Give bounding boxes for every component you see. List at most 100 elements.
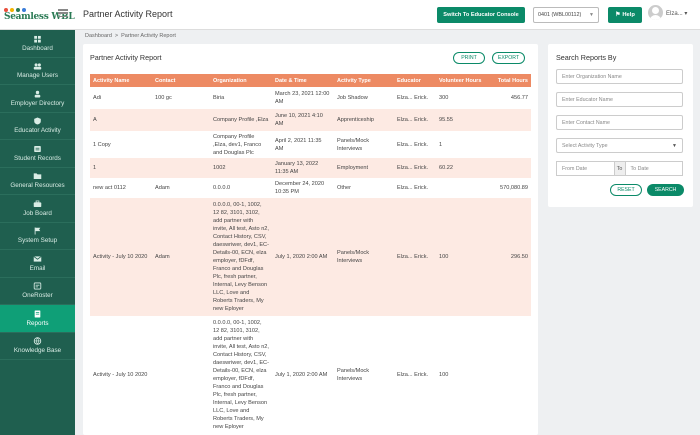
menu-toggle-icon[interactable]	[58, 9, 68, 17]
table-row[interactable]: Activity - July 10 2020 0.0.0.0, 00-1, 10…	[90, 316, 531, 434]
account-select[interactable]: 0401 (WBL00112) ▼	[533, 7, 599, 23]
date-to-label: To	[614, 161, 625, 176]
table-cell: Panels/Mock Interviews	[337, 368, 370, 382]
table-cell: Activity - July 10 2020	[93, 372, 148, 378]
table-row[interactable]: A Company Profile ,Elza June 10, 2021 4:10…	[90, 109, 531, 131]
table-cell	[152, 109, 210, 131]
table-cell: December 24, 2020 10:35 PM	[275, 181, 325, 195]
dashboard-icon	[33, 35, 42, 43]
sidebar-item-oneroster[interactable]: OneRoster	[0, 278, 75, 305]
sidebar-item-educator-activity[interactable]: Educator Activity	[0, 113, 75, 140]
sidebar-item-label: Email	[29, 264, 46, 272]
column-header[interactable]: Volunteer Hours	[436, 74, 488, 87]
shield-icon	[33, 117, 42, 125]
records-icon	[33, 145, 42, 153]
table-cell: Elza... Erick.	[394, 158, 436, 178]
briefcase-icon	[33, 200, 42, 208]
sidebar-item-knowledge-base[interactable]: Knowledge Base	[0, 333, 75, 360]
search-button[interactable]: SEARCH	[647, 184, 684, 196]
table-cell: Employment	[334, 158, 394, 178]
report-card: Partner Activity Report PRINT EXPORT Act…	[83, 44, 538, 435]
table-row[interactable]: 1 1002 January 13, 2022 11:35 AM Employment…	[90, 158, 531, 178]
table-row[interactable]: Activity - July 10 2020 Adam 0.0.0.0, 00-1…	[90, 198, 531, 316]
report-title: Partner Activity Report	[90, 53, 162, 62]
logo-text: Seamless	[4, 12, 49, 22]
switch-console-button[interactable]: Switch To Educator Console	[437, 7, 525, 23]
table-row[interactable]: new act 0112 Adam 0.0.0.0 December 24, 2020…	[90, 178, 531, 198]
activity-type-value: Select Activity Type	[562, 142, 608, 149]
breadcrumb: Dashboard > Partner Activity Report	[85, 33, 176, 39]
column-header[interactable]: Total Hours	[488, 74, 531, 87]
sidebar-item-student-records[interactable]: Student Records	[0, 140, 75, 168]
sidebar-item-dashboard[interactable]: Dashboard	[0, 30, 75, 58]
column-header[interactable]: Date & Time	[272, 74, 334, 87]
table-cell: 1002	[210, 158, 272, 178]
from-date-input[interactable]: From Date	[556, 161, 615, 176]
search-title: Search Reports By	[556, 53, 617, 62]
sidebar-item-manage-users[interactable]: Manage Users	[0, 58, 75, 85]
table-cell: 456.77	[510, 95, 528, 101]
table-cell	[436, 178, 488, 198]
chevron-down-icon: ▼	[672, 143, 677, 149]
export-button[interactable]: EXPORT	[492, 52, 525, 64]
to-date-input[interactable]: To Date	[624, 161, 683, 176]
table-cell: Adam	[152, 198, 210, 316]
user-name: Elza...	[666, 11, 683, 17]
table-cell: 100	[439, 372, 449, 378]
print-button[interactable]: PRINT	[453, 52, 485, 64]
table-cell	[488, 316, 531, 434]
table-cell	[488, 158, 531, 178]
table-cell: A	[90, 109, 152, 131]
educator-input[interactable]: Enter Educator Name	[556, 92, 683, 107]
activity-type-select[interactable]: Select Activity Type ▼	[556, 138, 683, 153]
flag-icon	[33, 227, 42, 235]
report-table: Activity Name Contact Organization Date & T…	[90, 74, 531, 434]
sidebar-item-employer-directory[interactable]: Employer Directory	[0, 85, 75, 113]
breadcrumb-home[interactable]: Dashboard	[85, 33, 112, 39]
table-cell: Elza... Erick.	[394, 109, 436, 131]
column-header[interactable]: Activity Type	[334, 74, 394, 87]
sidebar-nav: Dashboard Manage Users Employer Directory E…	[0, 30, 75, 360]
table-cell: April 2, 2021 11:35 AM	[275, 137, 322, 152]
sidebar-item-system-setup[interactable]: System Setup	[0, 223, 75, 250]
sidebar-item-label: General Resources	[10, 182, 65, 190]
breadcrumb-separator: >	[114, 33, 119, 39]
user-menu[interactable]: Elza... ▾	[666, 10, 687, 17]
sidebar-item-label: Reports	[26, 319, 49, 327]
search-panel: Search Reports By Enter Organization Nam…	[548, 44, 693, 207]
help-button[interactable]: ⚑ Help	[608, 7, 642, 23]
sidebar-item-reports[interactable]: Reports	[0, 305, 75, 333]
avatar[interactable]	[648, 5, 663, 20]
table-cell: 1 Copy	[93, 141, 111, 148]
sidebar-item-label: Student Records	[14, 154, 61, 162]
sidebar-item-label: Job Board	[23, 209, 52, 217]
organization-input[interactable]: Enter Organization Name	[556, 69, 683, 84]
table-cell: March 23, 2021 12:00 AM	[275, 91, 330, 105]
table-cell	[152, 131, 210, 158]
table-row[interactable]: 1 Copy Company Profile ,Elza, dev1, Franc…	[90, 131, 531, 158]
column-header[interactable]: Educator	[394, 74, 436, 87]
users-icon	[33, 62, 42, 70]
table-cell: Apprenticeship	[334, 109, 394, 131]
sidebar-item-general-resources[interactable]: General Resources	[0, 168, 75, 195]
date-range: From Date To To Date	[556, 161, 683, 176]
table-cell	[488, 131, 531, 158]
table-cell: January 13, 2022 11:35 AM	[272, 158, 334, 178]
sidebar-item-email[interactable]: Email	[0, 250, 75, 278]
user-icon	[33, 90, 42, 98]
table-cell: Panels/Mock Interviews	[334, 198, 394, 316]
table-cell: 300	[439, 95, 449, 101]
table-cell: Elza... Erick.	[397, 372, 429, 378]
table-cell: 0.0.0.0, 00-1, 1002, 12 82, 3101, 3102, …	[213, 320, 269, 430]
table-cell: Job Shadow	[337, 95, 368, 101]
column-header[interactable]: Activity Name	[90, 74, 152, 87]
column-header[interactable]: Organization	[210, 74, 272, 87]
roster-icon	[33, 282, 42, 290]
sidebar-item-job-board[interactable]: Job Board	[0, 195, 75, 223]
table-row[interactable]: Adi 100 gc Biria March 23, 2021 12:00 AM Job…	[90, 87, 531, 109]
sidebar-item-label: Manage Users	[17, 72, 58, 80]
reset-button[interactable]: RESET	[610, 184, 642, 196]
contact-input[interactable]: Enter Contact Name	[556, 115, 683, 130]
table-cell: Other	[337, 185, 351, 191]
column-header[interactable]: Contact	[152, 74, 210, 87]
